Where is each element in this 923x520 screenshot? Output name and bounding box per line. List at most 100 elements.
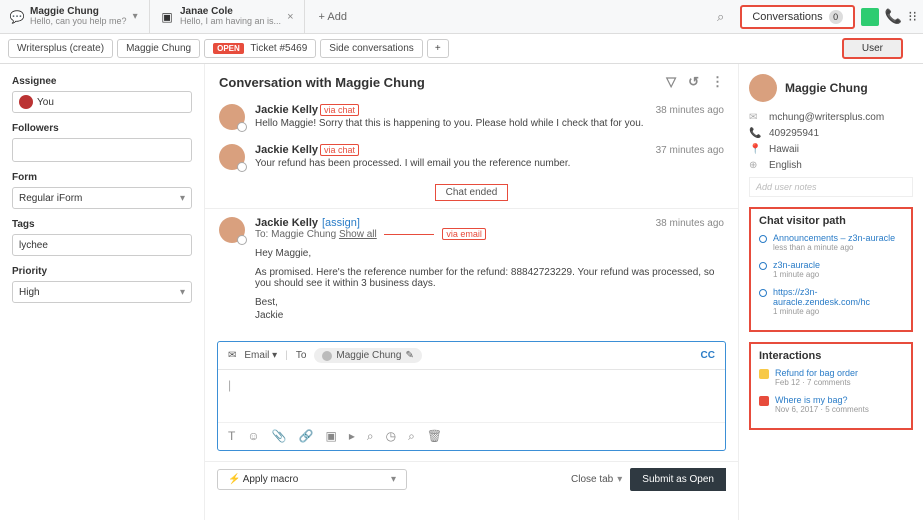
edit-icon[interactable]: ✎ [405, 350, 413, 361]
recipient-chip[interactable]: Maggie Chung ✎ [314, 348, 421, 363]
tab-text: Maggie Chung Hello, can you help me? [30, 6, 127, 27]
avatar [219, 144, 245, 170]
channel-select[interactable]: Email ▾ [244, 350, 277, 361]
bullet-icon [759, 235, 767, 243]
message-time: 37 minutes ago [656, 145, 724, 156]
submit-button[interactable]: Submit as Open [630, 468, 726, 491]
annotation-line [384, 234, 434, 235]
cc-button[interactable]: CC [701, 350, 715, 361]
message-author: Jackie Kelly [255, 104, 318, 116]
search-icon[interactable]: ⌕ [367, 429, 374, 444]
message: Jackie Kelly via chat 37 minutes ago You… [205, 140, 738, 180]
form-select[interactable]: Regular iForm ▾ [12, 187, 192, 209]
message-text: Your refund has been processed. I will e… [255, 158, 724, 169]
requester-profile: Maggie Chung [749, 74, 913, 102]
priority-select[interactable]: High ▾ [12, 281, 192, 303]
chevron-down-icon: ▾ [180, 193, 185, 204]
filter-icon[interactable]: ▽ [666, 74, 676, 90]
path-item[interactable]: Announcements – z3n-auracleless than a m… [759, 233, 903, 252]
recipient-name: Maggie Chung [336, 350, 401, 361]
interaction-item[interactable]: Refund for bag orderFeb 12 · 7 comments [759, 368, 903, 387]
channel-badge-icon [237, 162, 247, 172]
apply-macro-select[interactable]: ⚡ Apply macro ▾ [217, 469, 407, 490]
form-label: Form [12, 172, 192, 183]
tab-subtitle: Hello, I am having an is... [180, 17, 281, 27]
divider [205, 208, 738, 209]
top-tabs: 💬 Maggie Chung Hello, can you help me? ▾… [0, 0, 923, 34]
path-time: less than a minute ago [773, 243, 895, 252]
tab-maggie[interactable]: 💬 Maggie Chung Hello, can you help me? ▾ [0, 0, 150, 33]
call-icon[interactable]: 📞 [885, 8, 902, 25]
link-icon[interactable]: 🔗 [299, 429, 314, 444]
attachment-icon[interactable]: 📎 [272, 429, 287, 444]
zoom-icon[interactable]: ⌕ [408, 429, 415, 444]
overflow-icon[interactable]: ⋮ [711, 74, 724, 90]
add-side-conv-button[interactable]: + [427, 39, 449, 58]
email-signoff: Best, [255, 297, 724, 308]
email-to-line: To: Maggie Chung Show all via email [255, 229, 724, 240]
assignee-value: You [37, 97, 54, 108]
tab-subtitle: Hello, can you help me? [30, 17, 127, 27]
form-value: Regular iForm [19, 193, 82, 204]
interaction-title: Where is my bag? [775, 395, 869, 405]
chat-status-icon[interactable] [861, 8, 879, 26]
crumb-requester[interactable]: Maggie Chung [117, 39, 200, 58]
user-panel-tab[interactable]: User [842, 38, 903, 59]
tab-janae[interactable]: ▣ Janae Cole Hello, I am having an is...… [150, 0, 305, 33]
via-channel-badge: via email [442, 228, 486, 240]
interaction-title: Refund for bag order [775, 368, 858, 378]
history-icon[interactable]: ↺ [688, 74, 699, 90]
insert-icon[interactable]: ▸ [349, 429, 355, 444]
interaction-item[interactable]: Where is my bag?Nov 6, 2017 · 5 comments [759, 395, 903, 414]
interaction-sub: Feb 12 · 7 comments [775, 378, 858, 387]
text-format-icon[interactable]: T [228, 429, 235, 444]
message-text: Hello Maggie! Sorry that this is happeni… [255, 118, 724, 129]
composer-textarea[interactable]: | [218, 370, 725, 422]
close-tab-button[interactable]: Close tab▾ [571, 474, 622, 485]
path-item[interactable]: z3n-auracle1 minute ago [759, 260, 903, 279]
path-item[interactable]: https://z3n-auracle.zendesk.com/hc1 minu… [759, 287, 903, 316]
top-right-tools: ⌕ Conversations 0 📞 ⁝⁝ [707, 0, 923, 33]
crumb-org[interactable]: Writersplus (create) [8, 39, 113, 58]
channel-badge-icon [237, 122, 247, 132]
apps-grid-icon[interactable]: ⁝⁝ [908, 8, 917, 25]
visitor-path-panel: Chat visitor path Announcements – z3n-au… [749, 207, 913, 332]
path-time: 1 minute ago [773, 270, 820, 279]
followers-input[interactable] [12, 138, 192, 162]
clock-icon[interactable]: ◷ [386, 429, 396, 444]
avatar [219, 104, 245, 130]
globe-icon: ⊕ [749, 160, 761, 171]
assign-link[interactable]: [assign] [322, 217, 360, 229]
message-author: Jackie Kelly [255, 144, 318, 156]
tags-label: Tags [12, 219, 192, 230]
assignee-input[interactable]: You [12, 91, 192, 113]
bullet-icon [759, 289, 767, 297]
conversations-button[interactable]: Conversations 0 [740, 5, 854, 29]
trash-icon[interactable]: 🗑 [427, 429, 442, 444]
profile-phone: 409295941 [769, 128, 819, 139]
knowledge-icon[interactable]: ▣ [326, 429, 337, 444]
ticket-fields-sidebar: Assignee You Followers Form Regular iFor… [0, 64, 205, 520]
main-body: Assignee You Followers Form Regular iFor… [0, 64, 923, 520]
phone-icon: 📞 [749, 128, 761, 139]
close-icon[interactable]: × [287, 11, 293, 23]
status-badge: OPEN [213, 43, 244, 54]
user-notes-input[interactable]: Add user notes [749, 177, 913, 197]
add-tab-button[interactable]: + Add [305, 0, 361, 33]
conversation-panel: Conversation with Maggie Chung ▽ ↺ ⋮ Jac… [205, 64, 738, 520]
tab-caret-icon[interactable]: ▾ [133, 11, 138, 22]
message: Jackie Kelly via chat 38 minutes ago Hel… [205, 100, 738, 140]
via-channel-badge: via chat [320, 104, 359, 116]
crumb-ticket[interactable]: OPEN Ticket #5469 [204, 39, 316, 58]
status-badge-icon [759, 369, 769, 379]
tags-input[interactable]: lychee [12, 234, 192, 256]
priority-value: High [19, 287, 40, 298]
search-icon[interactable]: ⌕ [707, 9, 734, 25]
show-all-link[interactable]: Show all [339, 229, 377, 240]
path-time: 1 minute ago [773, 307, 903, 316]
email-message: Jackie Kelly [assign] 38 minutes ago To:… [205, 213, 738, 331]
emoji-icon[interactable]: ☺ [247, 429, 259, 444]
interactions-panel: Interactions Refund for bag orderFeb 12 … [749, 342, 913, 430]
path-title: https://z3n-auracle.zendesk.com/hc [773, 287, 903, 307]
crumb-side-conv[interactable]: Side conversations [320, 39, 423, 58]
